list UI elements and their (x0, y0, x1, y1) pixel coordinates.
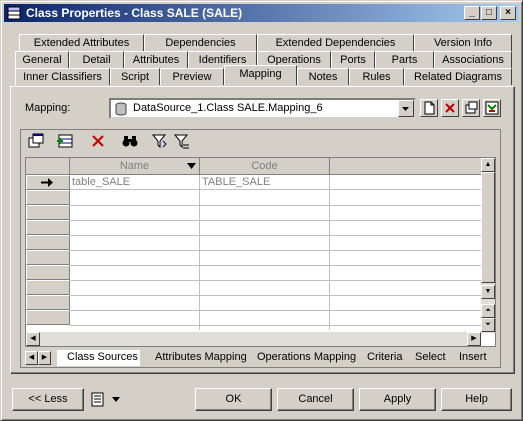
tab-extended-attributes[interactable]: Extended Attributes (19, 34, 144, 51)
tab-ports[interactable]: Ports (331, 51, 375, 68)
tab-notes[interactable]: Notes (297, 68, 349, 85)
apply-button[interactable]: Apply (359, 388, 436, 411)
row-selector[interactable] (26, 235, 70, 250)
add-sources-button[interactable] (56, 132, 76, 152)
class-properties-window: Class Properties - Class SALE (SALE) _ □… (0, 0, 523, 421)
row-selector[interactable] (26, 295, 70, 310)
mapping-editor-icon (485, 101, 499, 115)
clear-filter-icon (173, 134, 189, 149)
tab-operations-mapping[interactable]: Operations Mapping (247, 350, 359, 366)
scroll-right-icon[interactable]: ▶ (467, 332, 481, 346)
chevron-down-icon[interactable] (398, 100, 414, 117)
column-name-label: Name (119, 160, 150, 172)
tab-preview[interactable]: Preview (160, 68, 224, 85)
help-button[interactable]: Help (441, 388, 512, 411)
bottom-tab-strip: ◀ ▶ Class Sources Attributes Mapping Ope… (25, 350, 496, 367)
close-button[interactable]: × (500, 6, 516, 20)
row-selector[interactable] (26, 220, 70, 235)
sort-down-icon (187, 163, 196, 169)
new-mapping-button[interactable] (420, 99, 438, 117)
tab-version-info[interactable]: Version Info (414, 34, 512, 51)
less-button[interactable]: << Less (12, 388, 84, 411)
properties-icon (465, 101, 478, 114)
tab-related-diagrams[interactable]: Related Diagrams (404, 68, 512, 85)
ok-button[interactable]: OK (195, 388, 272, 411)
cell-empty (330, 175, 481, 190)
tab-attributes-mapping[interactable]: Attributes Mapping (145, 350, 249, 366)
grid-lines (70, 190, 481, 330)
column-header-empty (330, 158, 481, 175)
class-sources-grid[interactable]: Name Code table_SALE TABLE_SALE (25, 157, 496, 347)
tab-scroll-left-icon[interactable]: ◀ (25, 351, 38, 365)
binoculars-icon (122, 136, 138, 147)
scroll-left-icon[interactable]: ◀ (26, 332, 40, 346)
tab-criteria[interactable]: Criteria (357, 350, 405, 366)
row-selector[interactable] (26, 175, 70, 190)
filter-icon (151, 134, 167, 149)
document-list-icon (91, 392, 104, 407)
delete-row-button[interactable] (89, 132, 109, 152)
tab-inner-classifiers[interactable]: Inner Classifiers (15, 68, 110, 85)
cancel-button[interactable]: Cancel (277, 388, 354, 411)
mapping-editor-button[interactable] (483, 99, 501, 117)
tab-associations[interactable]: Associations (434, 51, 512, 68)
tab-rules[interactable]: Rules (349, 68, 404, 85)
delete-icon (445, 103, 455, 113)
cell-name[interactable]: table_SALE (70, 175, 200, 190)
scroll-down-icon[interactable]: ▼ (481, 285, 495, 299)
tab-dependencies[interactable]: Dependencies (144, 34, 257, 51)
tab-insert[interactable]: Insert (449, 350, 489, 366)
minimize-button[interactable]: _ (464, 6, 480, 20)
column-header-name[interactable]: Name (70, 158, 200, 175)
delete-mapping-button[interactable] (441, 99, 459, 117)
column-code-label: Code (251, 160, 278, 172)
row-selector[interactable] (26, 265, 70, 280)
tab-detail[interactable]: Detail (69, 51, 124, 68)
add-rows-icon (57, 134, 73, 148)
horizontal-scrollbar[interactable]: ◀ ▶ (26, 332, 481, 346)
filter-button[interactable] (151, 132, 171, 152)
cell-code[interactable]: TABLE_SALE (200, 175, 330, 190)
tab-select[interactable]: Select (405, 350, 448, 366)
mapping-value: DataSource_1.Class SALE.Mapping_6 (133, 102, 323, 114)
column-header-code[interactable]: Code (200, 158, 330, 175)
chevron-down-icon (112, 397, 120, 402)
clear-filter-button[interactable] (173, 132, 193, 152)
window-title: Class Properties - Class SALE (SALE) (26, 6, 243, 20)
scroll-bottom-icon[interactable]: ⏷ (481, 318, 495, 332)
tab-script[interactable]: Script (110, 68, 160, 85)
tab-class-sources[interactable]: Class Sources (57, 350, 140, 366)
maximize-button[interactable]: □ (481, 6, 497, 20)
scroll-top-icon[interactable]: ⏶ (481, 304, 495, 318)
row-header-corner (26, 158, 70, 175)
tab-general[interactable]: General (15, 51, 69, 68)
row-selector[interactable] (26, 250, 70, 265)
tab-scroll-right-icon[interactable]: ▶ (38, 351, 51, 365)
scroll-up-icon[interactable]: ▲ (481, 158, 495, 172)
mapping-select[interactable]: DataSource_1.Class SALE.Mapping_6 (109, 98, 416, 119)
tab-extended-dependencies[interactable]: Extended Dependencies (257, 34, 414, 51)
tab-parts[interactable]: Parts (375, 51, 434, 68)
grid-properties-button[interactable] (27, 132, 47, 152)
row-selector[interactable] (26, 190, 70, 205)
row-selector[interactable] (26, 205, 70, 220)
more-menu-button[interactable] (88, 388, 126, 411)
scroll-thumb[interactable] (481, 172, 495, 283)
new-document-icon (424, 101, 435, 115)
row-selector[interactable] (26, 280, 70, 295)
tab-mapping[interactable]: Mapping (224, 65, 297, 85)
properties-icon (28, 133, 44, 148)
vertical-scrollbar[interactable]: ▲ ▼ ⏶ ⏷ (481, 158, 495, 333)
row-selector[interactable] (26, 310, 70, 325)
tab-attributes[interactable]: Attributes (124, 51, 188, 68)
find-row-button[interactable] (121, 132, 141, 152)
delete-icon (92, 135, 104, 147)
class-icon (7, 6, 21, 20)
title-bar[interactable]: Class Properties - Class SALE (SALE) _ □… (4, 4, 519, 22)
mapping-label: Mapping: (25, 102, 71, 114)
mapping-properties-button[interactable] (462, 99, 480, 117)
datasource-icon (115, 102, 127, 116)
arrow-right-icon (41, 178, 53, 187)
